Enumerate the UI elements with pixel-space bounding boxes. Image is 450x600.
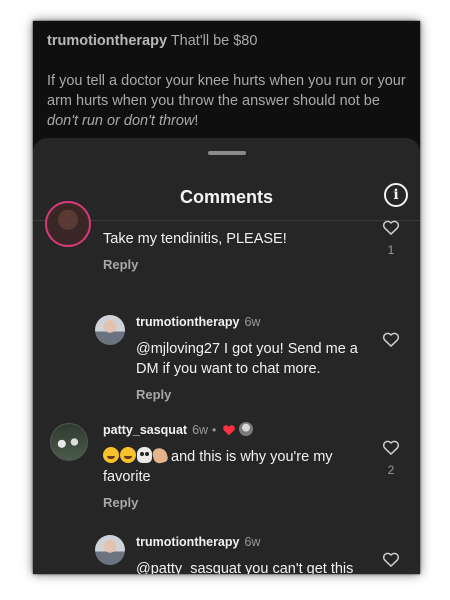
caption-body: If you tell a doctor your knee hurts whe… <box>47 71 407 131</box>
comment-time: 6w <box>192 423 209 437</box>
like-heart-icon[interactable] <box>381 549 401 569</box>
avatar[interactable] <box>50 423 88 461</box>
caption-body-lead: If you tell a doctor your knee hurts whe… <box>47 73 406 109</box>
comment-username[interactable]: trumotiontherapy <box>136 315 239 329</box>
comment-item: patty_sasquat 6w • and this is why you're … <box>33 421 420 516</box>
like-heart-icon[interactable] <box>381 329 401 349</box>
comment-reply-item: trumotiontherapy 6w @mjloving27 I got you… <box>33 313 420 403</box>
sheet-title: Comments <box>179 187 273 207</box>
reply-button[interactable]: Reply <box>136 387 366 402</box>
joy-emoji-icon <box>103 447 119 463</box>
reply-button[interactable]: Reply <box>103 257 363 272</box>
caption-first-text: That'll be $80 <box>170 33 258 49</box>
creator-avatar-icon <box>239 422 254 436</box>
app-screen: trumotiontherapy That'll be $80 If you t… <box>33 21 420 574</box>
like-count: 1 <box>381 573 401 574</box>
caption-body-end: ! <box>194 113 199 129</box>
reply-button[interactable]: Reply <box>103 495 373 510</box>
avatar[interactable] <box>95 315 125 345</box>
comment-text: Take my tendinitis, PLEASE! <box>103 231 287 247</box>
separator-dot: • <box>212 423 217 437</box>
post-caption: trumotiontherapy That'll be $80 If you t… <box>47 31 407 131</box>
comment-username[interactable]: trumotiontherapy <box>136 535 239 549</box>
info-icon[interactable]: i <box>384 183 408 207</box>
sheet-grab-handle[interactable] <box>208 151 246 155</box>
like-count: 2 <box>387 463 395 477</box>
comment-text: @patty_sasquat you can't get this kind o… <box>136 561 354 574</box>
like-heart-icon[interactable] <box>381 217 401 237</box>
comment-time: 6w <box>244 535 261 549</box>
caption-username[interactable]: trumotiontherapy <box>47 33 167 49</box>
skull-emoji-icon <box>137 447 152 463</box>
creator-liked-heart-icon <box>223 425 236 436</box>
like-count: 1 <box>387 243 395 257</box>
avatar[interactable] <box>95 535 125 565</box>
comment-time: 6w <box>244 315 261 329</box>
caption-body-italic: don't run or don't throw <box>47 113 195 129</box>
comment-text: @mjloving27 I got you! Send me a DM if y… <box>136 341 358 377</box>
comments-sheet: Comments i Take my tendinitis, PLEASE! R… <box>33 138 420 574</box>
like-heart-icon[interactable] <box>381 437 401 457</box>
comment-username[interactable]: patty_sasquat <box>103 423 187 437</box>
avatar[interactable] <box>45 201 91 247</box>
comment-reply-item: trumotiontherapy 6w @patty_sasquat you ca… <box>33 533 420 574</box>
joy-emoji-icon <box>120 447 136 463</box>
clap-emoji-icon <box>151 446 169 465</box>
comment-text-line: and this is why you're my favorite <box>103 446 373 487</box>
comment-item: Take my tendinitis, PLEASE! Reply 1 <box>33 201 420 291</box>
caption-first-line: trumotiontherapy That'll be $80 <box>47 31 407 51</box>
